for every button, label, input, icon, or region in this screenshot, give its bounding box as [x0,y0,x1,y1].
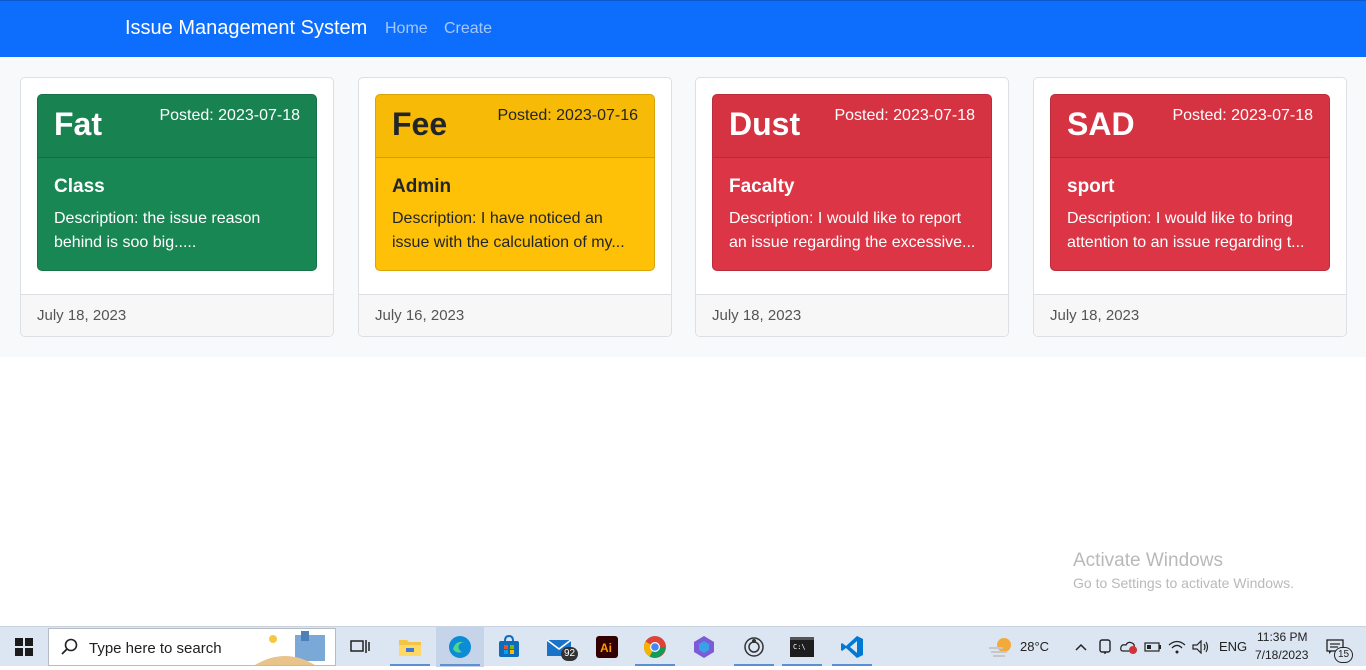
issue-card[interactable]: Fee Posted: 2023-07-16 Admin Description… [358,77,672,337]
issue-card-header: SAD Posted: 2023-07-18 [1051,95,1329,158]
taskbar: Type here to search 92 Ai C:\ 28°C ENG 1… [0,626,1366,667]
task-view-icon[interactable] [338,627,382,667]
wifi-icon[interactable] [1166,627,1188,667]
onedrive-error-icon[interactable] [1118,627,1140,667]
activate-windows-title: Activate Windows [1073,550,1223,571]
search-input-placeholder: Type here to search [89,640,222,657]
issue-date: July 18, 2023 [712,307,802,324]
issue-title: Dust [729,106,801,142]
issue-category: Class [54,176,105,197]
issue-card-body: Fee Posted: 2023-07-16 Admin Description… [375,94,655,271]
issue-description: Description: the issue reason behind is … [54,210,261,251]
issue-posted-date: Posted: 2023-07-18 [159,107,300,124]
chrome-icon[interactable] [632,627,678,667]
issue-description: Description: I would like to report an i… [729,210,976,251]
issue-title: Fee [392,106,448,142]
issue-date: July 16, 2023 [375,307,465,324]
issue-description: Description: I have noticed an issue wit… [392,210,625,251]
navbar-brand[interactable]: Issue Management System [125,17,367,40]
issue-card-body: Fat Posted: 2023-07-18 Class Description… [37,94,317,271]
meet-now-icon[interactable] [1094,627,1116,667]
issue-card-body: Dust Posted: 2023-07-18 Facalty Descript… [712,94,992,271]
issue-card-body: SAD Posted: 2023-07-18 sport Description… [1050,94,1330,271]
issue-posted-date: Posted: 2023-07-16 [497,107,638,124]
file-explorer-icon[interactable] [386,627,434,667]
copilot-icon[interactable] [680,627,728,667]
issue-posted-date: Posted: 2023-07-18 [1172,107,1313,124]
issue-posted-date: Posted: 2023-07-18 [834,107,975,124]
issue-card-header: Dust Posted: 2023-07-18 [713,95,991,158]
issue-title: Fat [54,106,102,142]
svg-text:Ai: Ai [600,641,612,655]
navbar: Issue Management System Home Create [0,0,1366,57]
weather-temperature[interactable]: 28°C [1020,639,1049,654]
issue-card-footer: July 18, 2023 [21,294,333,336]
notification-icon[interactable]: 15 [1320,627,1354,667]
issue-category: Facalty [729,176,795,197]
issue-category: Admin [392,176,452,197]
nav-link-create[interactable]: Create [444,20,492,38]
vscode-icon[interactable] [828,627,876,667]
issue-card-footer: July 18, 2023 [696,294,1008,336]
sync-icon[interactable] [730,627,778,667]
issue-category: sport [1067,176,1115,197]
issue-card-header: Fee Posted: 2023-07-16 [376,95,654,158]
issue-card-footer: July 16, 2023 [359,294,671,336]
taskbar-search-box[interactable]: Type here to search [48,628,336,666]
issue-card[interactable]: Fat Posted: 2023-07-18 Class Description… [20,77,334,337]
language-indicator[interactable]: ENG [1219,639,1247,654]
issue-description: Description: I would like to bring atten… [1067,210,1305,251]
clock-time[interactable]: 11:36 PM [1257,630,1307,644]
issue-date: July 18, 2023 [37,307,127,324]
issue-card-header: Fat Posted: 2023-07-18 [38,95,316,158]
issue-date: July 18, 2023 [1050,307,1140,324]
weather-icon[interactable] [984,627,1016,667]
volume-icon[interactable] [1190,627,1212,667]
illustrator-icon[interactable]: Ai [584,627,630,667]
store-icon[interactable] [486,627,532,667]
chevron-up-icon[interactable] [1070,627,1092,667]
activate-windows-subtitle: Go to Settings to activate Windows. [1073,575,1294,591]
windows-start-icon[interactable] [0,627,48,667]
clock-date[interactable]: 7/18/2023 [1255,648,1308,662]
search-highlight-image [255,629,335,670]
issue-card[interactable]: SAD Posted: 2023-07-18 sport Description… [1033,77,1347,337]
issue-card-footer: July 18, 2023 [1034,294,1346,336]
terminal-icon[interactable]: C:\ [778,627,826,667]
issue-card[interactable]: Dust Posted: 2023-07-18 Facalty Descript… [695,77,1009,337]
mail-unread-badge: 92 [561,647,579,661]
edge-icon[interactable] [436,627,484,667]
nav-link-home[interactable]: Home [385,20,428,38]
issue-title: SAD [1067,106,1135,142]
svg-text:C:\: C:\ [793,643,806,651]
search-icon [61,638,79,661]
notification-count-badge: 15 [1334,647,1354,663]
mail-icon[interactable]: 92 [534,627,584,667]
battery-icon[interactable] [1142,627,1164,667]
